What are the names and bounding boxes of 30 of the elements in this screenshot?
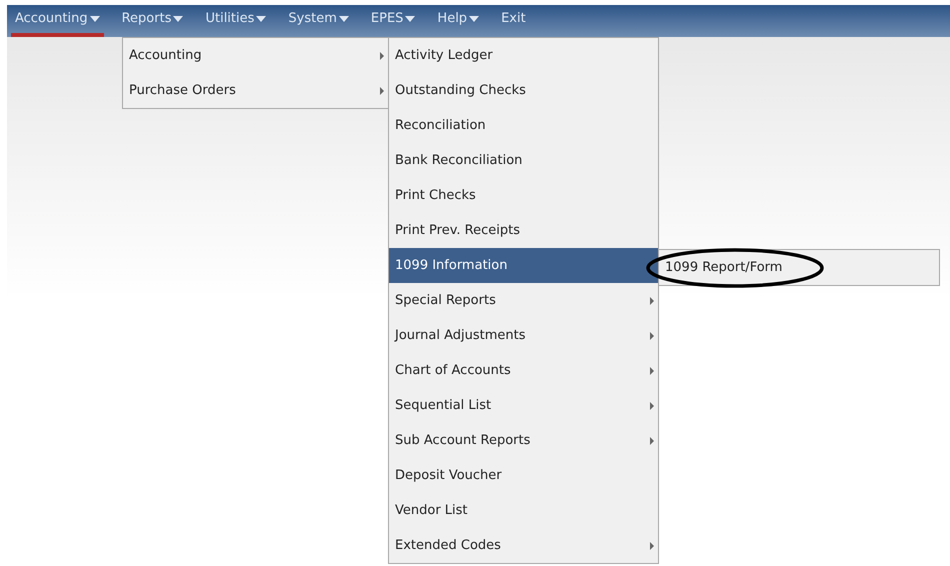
menu-item[interactable]: Reconciliation bbox=[389, 108, 658, 143]
menu-item[interactable]: Sub Account Reports bbox=[389, 423, 658, 458]
caret-icon bbox=[338, 16, 349, 22]
menu-item[interactable]: 1099 Report/Form bbox=[659, 250, 939, 285]
menu-item[interactable]: Print Checks bbox=[389, 178, 658, 213]
menu-item[interactable]: Vendor List bbox=[389, 493, 658, 528]
caret-icon bbox=[90, 16, 100, 22]
menu-item[interactable]: Journal Adjustments bbox=[389, 318, 658, 353]
caret-icon bbox=[256, 16, 266, 22]
menu-item[interactable]: 1099 Information bbox=[389, 248, 658, 283]
menu-item[interactable]: Special Reports bbox=[389, 283, 658, 318]
menu-item[interactable]: Outstanding Checks bbox=[389, 73, 658, 108]
menu-item[interactable]: Purchase Orders bbox=[123, 73, 388, 108]
menu-item[interactable]: Accounting bbox=[123, 38, 388, 73]
menu-item[interactable]: System bbox=[284, 5, 353, 37]
menu-item[interactable]: Chart of Accounts bbox=[389, 353, 658, 388]
menu-item[interactable]: Reports bbox=[118, 5, 188, 37]
menu-item[interactable]: Deposit Voucher bbox=[389, 458, 658, 493]
menu-item[interactable]: Sequential List bbox=[389, 388, 658, 423]
menu-item[interactable]: Activity Ledger bbox=[389, 38, 658, 73]
menu-item[interactable]: Extended Codes bbox=[389, 528, 658, 563]
menu-item[interactable]: Exit bbox=[497, 5, 530, 37]
menu-item[interactable]: Bank Reconciliation bbox=[389, 143, 658, 178]
caret-icon bbox=[405, 16, 416, 22]
menu-item[interactable]: Print Prev. Receipts bbox=[389, 213, 658, 248]
caret-icon bbox=[173, 16, 184, 22]
caret-icon bbox=[469, 16, 480, 22]
menu-item[interactable]: Utilities bbox=[201, 5, 270, 37]
menu-item[interactable]: EPES bbox=[366, 5, 420, 37]
menu-item[interactable]: Help bbox=[433, 5, 484, 37]
